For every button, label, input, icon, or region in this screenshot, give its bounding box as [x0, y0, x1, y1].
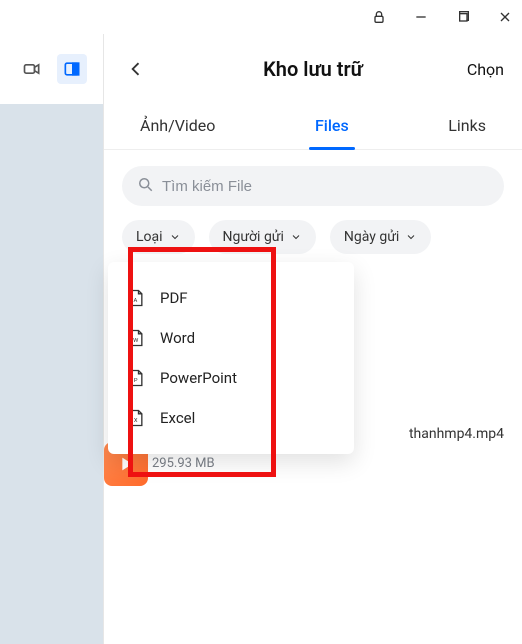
dropdown-item-label: Excel [160, 409, 195, 427]
search-input[interactable] [162, 178, 490, 195]
svg-text:A: A [134, 298, 138, 304]
svg-text:W: W [133, 338, 139, 344]
left-sidebar [0, 34, 104, 644]
filter-sender-label: Người gửi [223, 229, 284, 245]
tab-files[interactable]: Files [309, 104, 355, 149]
excel-icon: X [126, 407, 146, 429]
page-title: Kho lưu trữ [263, 57, 363, 81]
type-dropdown: A PDF W Word P PowerPoint X Excel [108, 262, 354, 454]
dropdown-item-label: PDF [160, 289, 188, 307]
app-body: Kho lưu trữ Chọn Ảnh/Video Files Links L… [0, 34, 522, 644]
dropdown-item-label: PowerPoint [160, 369, 237, 387]
dropdown-item-excel[interactable]: X Excel [118, 398, 344, 438]
search-bar[interactable] [122, 166, 504, 206]
tab-photo-video[interactable]: Ảnh/Video [134, 104, 221, 149]
chevron-down-icon [290, 231, 302, 243]
dropdown-item-word[interactable]: W Word [118, 318, 344, 358]
content-area: thanhmp4.mp4 295.93 MB A PDF W Word P Po… [104, 268, 522, 644]
restore-icon[interactable] [454, 8, 472, 26]
search-icon [136, 175, 154, 197]
panel-toggle-button[interactable] [57, 54, 87, 84]
dropdown-item-powerpoint[interactable]: P PowerPoint [118, 358, 344, 398]
main-panel: Kho lưu trữ Chọn Ảnh/Video Files Links L… [104, 34, 522, 644]
tabs-bar: Ảnh/Video Files Links [104, 104, 522, 150]
filter-sender-chip[interactable]: Người gửi [209, 220, 316, 254]
filter-type-label: Loại [136, 229, 163, 245]
powerpoint-icon: P [126, 367, 146, 389]
file-size: 295.93 MB [152, 456, 215, 471]
tab-links[interactable]: Links [442, 104, 492, 149]
pdf-icon: A [126, 287, 146, 309]
svg-text:P: P [134, 378, 138, 384]
dropdown-item-label: Word [160, 329, 195, 347]
file-name[interactable]: thanhmp4.mp4 [409, 426, 504, 442]
filter-type-chip[interactable]: Loại [122, 220, 195, 254]
close-icon[interactable] [496, 8, 514, 26]
dropdown-item-pdf[interactable]: A PDF [118, 278, 344, 318]
word-icon: W [126, 327, 146, 349]
chevron-down-icon [169, 231, 181, 243]
panel-header: Kho lưu trữ Chọn [104, 34, 522, 104]
filter-date-label: Ngày gửi [344, 229, 399, 245]
sidebar-blank-area [0, 104, 103, 644]
filter-date-chip[interactable]: Ngày gửi [330, 220, 431, 254]
video-call-button[interactable] [17, 54, 47, 84]
lock-icon[interactable] [370, 8, 388, 26]
svg-text:X: X [134, 418, 138, 424]
minimize-icon[interactable] [412, 8, 430, 26]
filters-row: Loại Người gửi Ngày gửi [104, 220, 522, 268]
chevron-down-icon [405, 231, 417, 243]
window-controls [0, 0, 522, 34]
select-button[interactable]: Chọn [467, 60, 504, 79]
back-button[interactable] [122, 55, 150, 83]
